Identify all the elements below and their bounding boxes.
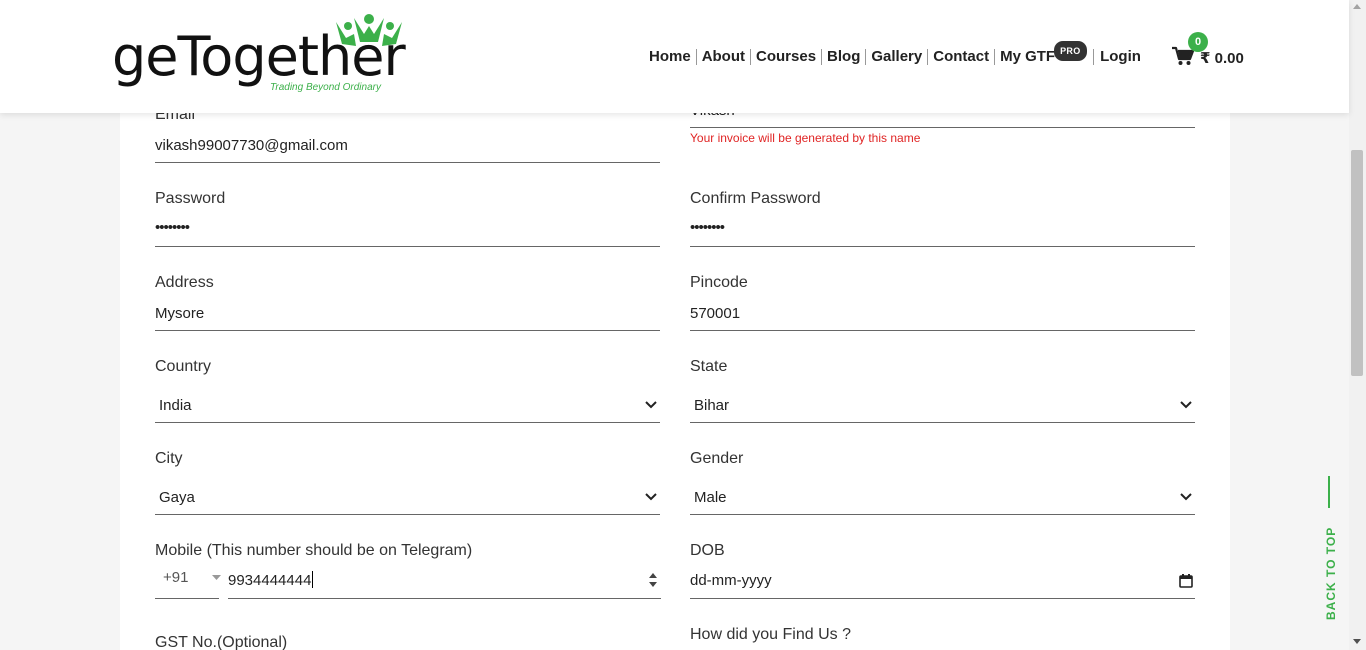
mobile-underline xyxy=(228,598,661,599)
back-to-top-label: BACK TO TOP xyxy=(1324,526,1338,620)
password-underline xyxy=(155,246,660,247)
gst-label: GST No.(Optional) xyxy=(155,634,288,650)
dob-field[interactable]: DOB dd-mm-yyyy xyxy=(690,542,1195,600)
mobile-field[interactable]: Mobile (This number should be on Telegra… xyxy=(155,542,663,600)
address-underline xyxy=(155,330,660,331)
brand-tagline: Trading Beyond Ordinary xyxy=(270,82,381,93)
chevron-down-icon[interactable] xyxy=(1180,401,1192,409)
state-value[interactable]: Bihar xyxy=(694,397,729,414)
back-to-top-button[interactable]: BACK TO TOP xyxy=(1320,476,1338,620)
email-field[interactable]: Email vikash99007730@gmail.com xyxy=(155,106,660,164)
country-select[interactable]: Country India xyxy=(155,358,660,424)
country-code-underline xyxy=(155,598,219,599)
gender-label: Gender xyxy=(690,450,744,467)
nav-my-gtf[interactable]: My GTF PRO xyxy=(995,41,1095,65)
confirm-password-underline xyxy=(690,246,1195,247)
city-label: City xyxy=(155,450,183,467)
confirm-password-field[interactable]: Confirm Password •••••••• xyxy=(690,190,1195,248)
brand-logo[interactable]: geTogether Trading Beyond Ordinary xyxy=(112,12,407,102)
chevron-down-icon[interactable] xyxy=(645,401,657,409)
nav-gallery[interactable]: Gallery xyxy=(866,49,929,65)
pincode-underline xyxy=(690,330,1195,331)
nav-home[interactable]: Home xyxy=(649,49,697,65)
nav-contact[interactable]: Contact xyxy=(928,49,996,65)
city-select[interactable]: City Gaya xyxy=(155,450,660,516)
nav-about[interactable]: About xyxy=(697,49,752,65)
caret-down-icon[interactable] xyxy=(212,575,221,580)
calendar-icon[interactable] xyxy=(1179,574,1193,588)
address-field[interactable]: Address Mysore xyxy=(155,274,660,332)
confirm-password-value[interactable]: •••••••• xyxy=(690,219,725,236)
find-us-label: How did you Find Us ? xyxy=(690,626,851,643)
gender-select[interactable]: Gender Male xyxy=(690,450,1195,516)
pincode-label: Pincode xyxy=(690,274,748,291)
name-underline xyxy=(690,127,1195,128)
city-underline xyxy=(155,514,660,515)
name-invoice-note: Your invoice will be generated by this n… xyxy=(690,131,921,145)
nav-my-gtf-label: My GTF xyxy=(1000,48,1056,65)
pincode-field[interactable]: Pincode 570001 xyxy=(690,274,1195,332)
country-label: Country xyxy=(155,358,212,375)
scrollbar-thumb[interactable] xyxy=(1351,150,1363,376)
country-underline xyxy=(155,422,660,423)
back-to-top-line xyxy=(1328,476,1330,508)
pro-badge: PRO xyxy=(1054,41,1087,61)
people-logo-icon xyxy=(336,14,402,46)
chevron-down-icon[interactable] xyxy=(1180,493,1192,501)
chevron-down-icon[interactable] xyxy=(645,493,657,501)
password-field[interactable]: Password •••••••• xyxy=(155,190,660,248)
pincode-value[interactable]: 570001 xyxy=(690,305,740,322)
nav-courses[interactable]: Courses xyxy=(751,49,823,65)
email-underline xyxy=(155,162,660,163)
address-label: Address xyxy=(155,274,214,291)
page-scrollbar[interactable] xyxy=(1349,0,1366,650)
mobile-label: Mobile (This number should be on Telegra… xyxy=(155,542,473,559)
mobile-value[interactable]: 9934444444 xyxy=(228,572,311,589)
address-value[interactable]: Mysore xyxy=(155,305,204,322)
cart-total: ₹ 0.00 xyxy=(1200,50,1244,67)
number-spinner-icon[interactable] xyxy=(649,572,657,588)
dob-underline xyxy=(690,598,1195,599)
cart-button[interactable]: 0 ₹ 0.00 xyxy=(1172,32,1252,70)
city-value[interactable]: Gaya xyxy=(159,489,195,506)
gender-underline xyxy=(690,514,1195,515)
gender-value[interactable]: Male xyxy=(694,489,727,506)
email-value[interactable]: vikash99007730@gmail.com xyxy=(155,137,348,154)
password-label: Password xyxy=(155,190,226,207)
dob-placeholder[interactable]: dd-mm-yyyy xyxy=(690,572,772,589)
site-header: geTogether Trading Beyond Ordinary Home … xyxy=(0,0,1349,113)
state-select[interactable]: State Bihar xyxy=(690,358,1195,424)
main-nav: Home About Courses Blog Gallery Contact … xyxy=(649,41,1146,72)
state-underline xyxy=(690,422,1195,423)
nav-blog[interactable]: Blog xyxy=(822,49,867,65)
nav-login[interactable]: Login xyxy=(1094,49,1146,65)
country-value[interactable]: India xyxy=(159,397,192,414)
password-value[interactable]: •••••••• xyxy=(155,219,190,236)
dob-label: DOB xyxy=(690,542,725,559)
country-code-value[interactable]: +91 xyxy=(163,569,188,586)
confirm-password-label: Confirm Password xyxy=(690,190,821,207)
text-cursor xyxy=(312,571,313,588)
scroll-up-arrow-icon[interactable] xyxy=(1353,4,1361,9)
scroll-down-arrow-icon[interactable] xyxy=(1353,639,1361,644)
state-label: State xyxy=(690,358,728,375)
